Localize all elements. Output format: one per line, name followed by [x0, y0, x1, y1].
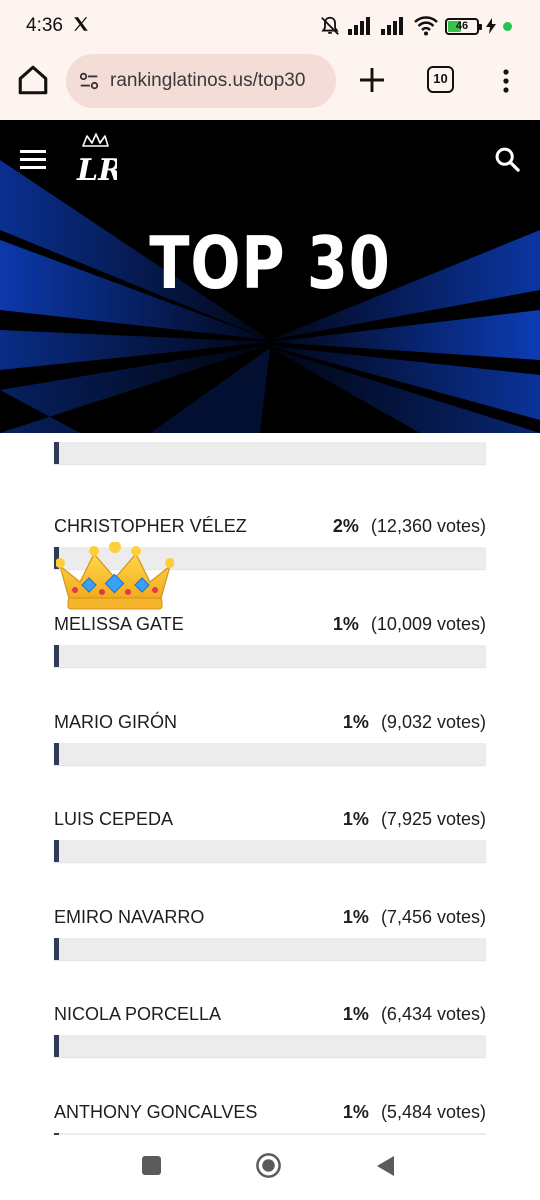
vote-bar	[54, 645, 486, 667]
crown-icon	[56, 542, 174, 610]
signal-icon	[348, 17, 370, 35]
signal-icon	[381, 17, 403, 35]
vote-stats: 2% (12,360 votes)	[333, 516, 486, 537]
vote-bar-fill	[54, 1035, 59, 1057]
vote-stats: 1% (6,434 votes)	[343, 1004, 486, 1025]
vote-percent: 1%	[332, 614, 359, 634]
browser-toolbar: rankinglatinos.us/top30 10	[0, 50, 540, 120]
list-item: LUIS CEPEDA 1% (7,925 votes)	[54, 809, 486, 895]
vote-stats: 1% (7,456 votes)	[343, 907, 486, 928]
vote-percent: 1%	[342, 907, 369, 927]
contestant-name: MELISSA GATE	[54, 614, 184, 634]
vote-stats: 1% (5,484 votes)	[343, 1102, 486, 1123]
home-icon[interactable]	[16, 63, 50, 97]
charging-icon	[486, 18, 496, 34]
vote-bar	[54, 840, 486, 862]
mute-bell-icon	[321, 16, 339, 35]
recents-button[interactable]	[142, 1156, 161, 1175]
vote-percent: 1%	[342, 1004, 369, 1024]
contestant-name: MARIO GIRÓN	[54, 712, 178, 732]
battery-level: 46	[455, 19, 469, 32]
list-item: NICOLA PORCELLA 1% (6,434 votes)	[54, 1004, 486, 1090]
list-item: EMIRO NAVARRO 1% (7,456 votes)	[54, 907, 486, 993]
vote-bar	[54, 743, 486, 765]
system-nav-bar	[0, 1135, 540, 1200]
vote-count: (12,360 votes)	[370, 516, 486, 536]
vote-stats: 1% (9,032 votes)	[343, 712, 486, 733]
status-time: 4:36	[26, 15, 63, 36]
site-settings-icon[interactable]	[78, 70, 100, 92]
vote-percent: 1%	[342, 712, 369, 732]
url-text[interactable]: rankinglatinos.us/top30	[110, 70, 305, 92]
search-icon[interactable]	[493, 145, 521, 173]
ranking-list: CHRISTOPHER VÉLEZ 2% (12,360 votes) MELIS…	[0, 433, 540, 1135]
vote-bar	[54, 1035, 486, 1057]
vote-count: (10,009 votes)	[370, 614, 486, 634]
address-bar[interactable]: rankinglatinos.us/top30	[66, 54, 336, 108]
site-logo[interactable]: LR	[73, 132, 117, 190]
back-triangle-icon[interactable]	[374, 1154, 396, 1178]
vote-percent: 1%	[342, 809, 369, 829]
vote-bar-fill	[54, 442, 59, 464]
tabs-icon[interactable]: 10	[427, 66, 454, 93]
contestant-name: EMIRO NAVARRO	[54, 907, 205, 927]
list-item: MARIO GIRÓN 1% (9,032 votes)	[54, 712, 486, 798]
contestant-name: ANTHONY GONCALVES	[54, 1102, 258, 1122]
x-logo-icon	[74, 17, 88, 31]
battery-icon: 46	[445, 17, 482, 35]
contestant-name: CHRISTOPHER VÉLEZ	[54, 516, 247, 536]
wifi-icon	[414, 16, 438, 36]
vote-bar-fill	[54, 938, 59, 960]
privacy-indicator	[503, 21, 512, 31]
vote-count: (7,925 votes)	[380, 809, 486, 829]
list-item: MELISSA GATE 1% (10,009 votes)	[54, 614, 486, 700]
vote-bar-fill	[54, 840, 59, 862]
vote-bar	[54, 442, 486, 464]
plus-icon[interactable]	[356, 64, 388, 96]
contestant-name: NICOLA PORCELLA	[54, 1004, 222, 1024]
vote-bar-fill	[54, 743, 59, 765]
vote-percent: 1%	[342, 1102, 369, 1122]
vote-count: (5,484 votes)	[380, 1102, 486, 1122]
status-bar: 4:36 46	[0, 0, 540, 50]
page-title: TOP 30	[149, 221, 391, 305]
vote-bar-fill	[54, 645, 59, 667]
vote-count: (6,434 votes)	[380, 1004, 486, 1024]
vote-stats: 1% (10,009 votes)	[333, 614, 486, 635]
more-vert-icon[interactable]	[496, 66, 516, 96]
logo-text: LR	[76, 153, 117, 188]
status-icons: 46	[319, 14, 512, 38]
home-circle-icon[interactable]	[255, 1152, 282, 1179]
contestant-name: LUIS CEPEDA	[54, 809, 174, 829]
list-item: ANTHONY GONCALVES 1% (5,484 votes)	[54, 1102, 486, 1135]
vote-count: (9,032 votes)	[380, 712, 486, 732]
vote-bar	[54, 938, 486, 960]
hamburger-icon[interactable]	[20, 149, 48, 171]
vote-percent: 2%	[332, 516, 359, 536]
list-item	[54, 433, 486, 497]
vote-stats: 1% (7,925 votes)	[343, 809, 486, 830]
vote-count: (7,456 votes)	[380, 907, 486, 927]
hero-banner: LR TOP 30	[0, 120, 540, 433]
